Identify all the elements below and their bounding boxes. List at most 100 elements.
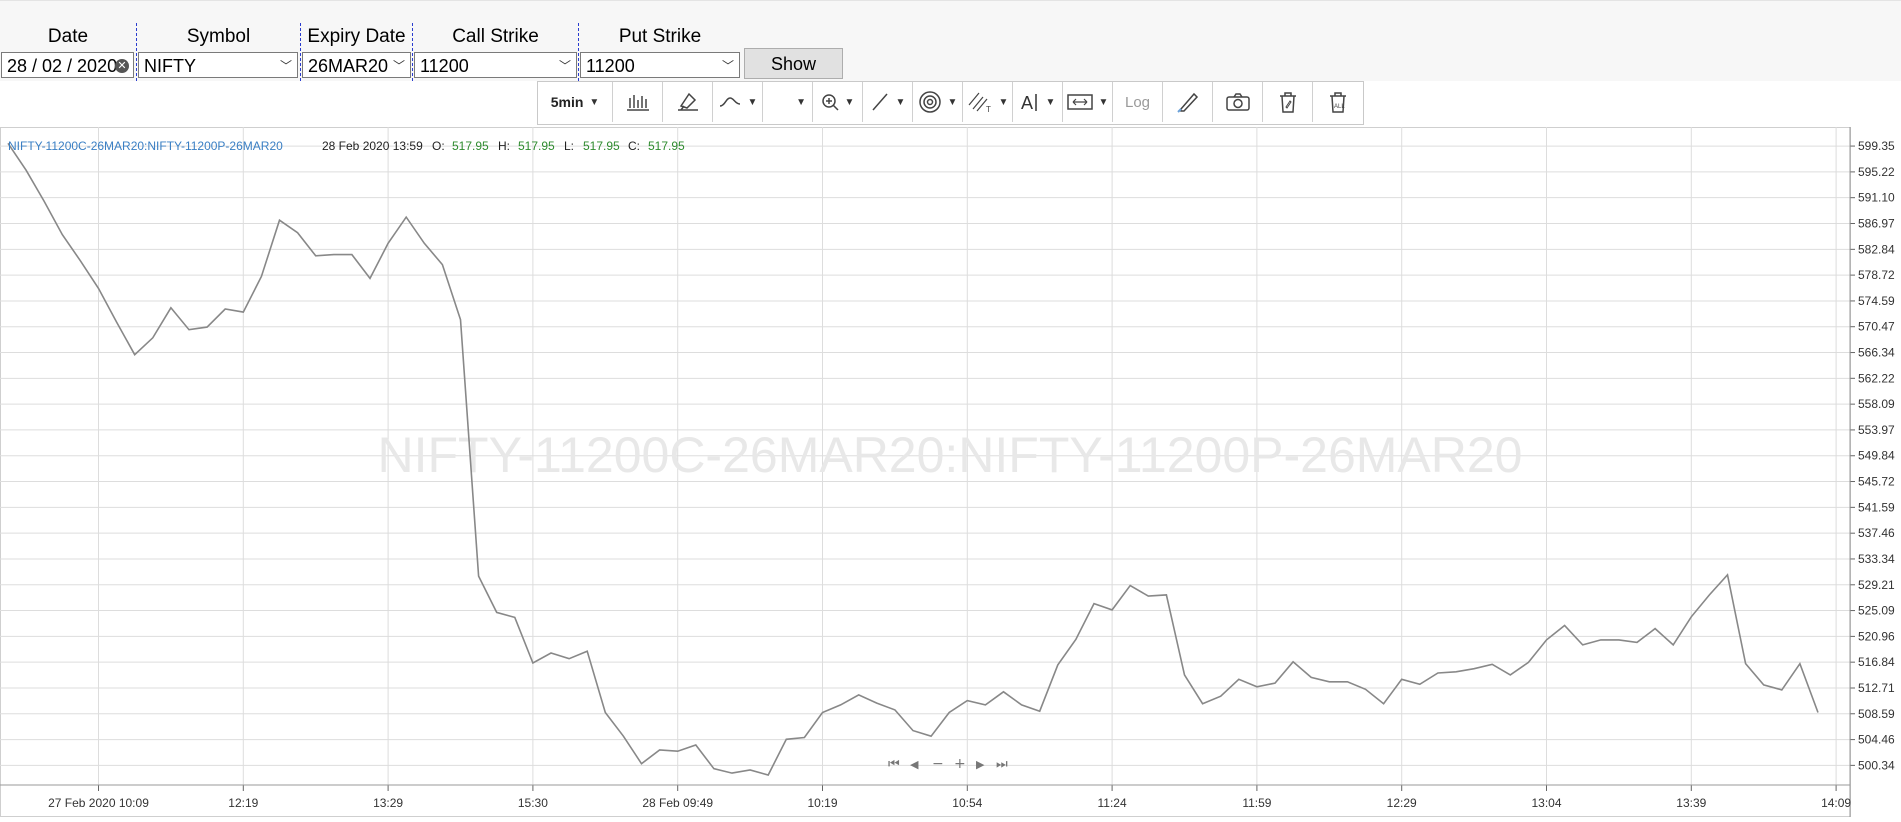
delete-drawing-button[interactable] — [1263, 82, 1313, 122]
data-point — [640, 762, 643, 765]
nav-zoom-in-icon[interactable]: + — [954, 756, 966, 772]
log-scale-button[interactable]: Log — [1113, 82, 1163, 122]
data-point — [1798, 662, 1801, 665]
y-tick-label: 525.09 — [1858, 604, 1895, 618]
data-point — [785, 738, 788, 741]
line-tool-dropdown[interactable]: ▼ — [863, 82, 913, 122]
measure-tool-dropdown[interactable]: ▼ — [1063, 82, 1113, 122]
data-point — [1074, 638, 1077, 641]
put-strike-select[interactable]: 11200 ﹀ — [580, 52, 740, 78]
data-point — [1509, 673, 1512, 676]
data-point — [115, 321, 118, 324]
chart-style-button[interactable] — [663, 82, 713, 122]
data-point — [387, 242, 390, 245]
chevron-down-icon: ▼ — [998, 96, 1009, 108]
legend-low-label: L: — [564, 139, 574, 153]
curve-icon — [719, 97, 740, 107]
interval-dropdown[interactable]: 5min ▼ — [538, 82, 613, 122]
nav-first-icon[interactable]: ⏮ — [888, 757, 900, 772]
call-strike-select[interactable]: 11200 ﹀ — [414, 52, 577, 78]
legend-symbol: NIFTY-11200C-26MAR20:NIFTY-11200P-26MAR2… — [8, 139, 283, 153]
fib-tool-dropdown[interactable]: ▼ — [913, 82, 963, 122]
data-point — [984, 703, 987, 706]
chevron-down-icon: ▼ — [947, 96, 958, 108]
date-label: Date — [47, 26, 89, 47]
chart-toolbar: 5min ▼ ▼ ▼ ▼ ▼ ▼ T ▼ A ▼ ▼ Log ALL — [537, 81, 1364, 125]
data-point — [676, 750, 679, 753]
symbol-select[interactable]: NIFTY ﹀ — [138, 52, 298, 78]
legend-close-label: C: — [628, 139, 640, 153]
y-tick-label: 578.72 — [1858, 268, 1895, 282]
data-point — [151, 336, 154, 339]
data-point — [821, 711, 824, 714]
expiry-label: Expiry Date — [307, 26, 406, 47]
indicator-dropdown[interactable]: ▼ — [713, 82, 763, 122]
data-point — [839, 703, 842, 706]
date-value: 28 / 02 / 2020 — [7, 56, 118, 76]
data-point — [1636, 641, 1639, 644]
svg-text:T: T — [986, 105, 991, 113]
data-point — [1744, 662, 1747, 665]
y-tick-label: 549.84 — [1858, 449, 1895, 463]
y-tick-label: 545.72 — [1858, 475, 1895, 489]
text-tool-dropdown[interactable]: A ▼ — [1013, 82, 1063, 122]
x-tick-label: 11:24 — [1098, 796, 1127, 810]
data-point — [278, 219, 281, 222]
data-point — [604, 711, 607, 714]
chevron-down-icon: ﹀ — [279, 59, 292, 73]
nav-zoom-out-icon[interactable]: − — [932, 756, 944, 772]
y-tick-label: 574.59 — [1858, 294, 1895, 308]
clear-icon[interactable]: ✕ — [115, 59, 129, 73]
data-point — [1255, 685, 1258, 688]
data-point — [1111, 608, 1114, 611]
chevron-down-icon: ▼ — [1098, 96, 1109, 108]
y-tick-label: 570.47 — [1858, 320, 1895, 334]
data-point — [1038, 710, 1041, 713]
delete-all-button[interactable]: ALL — [1313, 82, 1363, 122]
data-point — [224, 308, 227, 311]
zoom-in-icon — [821, 94, 839, 111]
data-point — [712, 767, 715, 770]
data-point — [1581, 643, 1584, 646]
data-point — [1762, 683, 1765, 686]
data-point — [1165, 593, 1168, 596]
legend-high-label: H: — [498, 139, 510, 153]
zoom-dropdown[interactable]: ▼ — [813, 82, 863, 122]
legend-open-label: O: — [432, 139, 445, 153]
measure-icon — [1066, 94, 1093, 110]
data-point — [1563, 624, 1566, 627]
screenshot-button[interactable] — [1213, 82, 1263, 122]
chevron-down-icon: ▼ — [1045, 96, 1056, 108]
nav-last-icon[interactable]: ⏭ — [996, 757, 1008, 772]
data-point — [1545, 638, 1548, 641]
chevron-down-icon: ▼ — [895, 96, 906, 108]
data-point — [1274, 682, 1277, 685]
channel-tool-dropdown[interactable]: T ▼ — [963, 82, 1013, 122]
x-tick-label: 13:39 — [1676, 796, 1706, 810]
x-tick-label: 28 Feb 09:49 — [642, 796, 713, 810]
camera-icon — [1225, 93, 1250, 111]
date-input[interactable]: 28 / 02 / 2020 ✕ — [1, 52, 134, 78]
expiry-select[interactable]: 26MAR20 ﹀ — [302, 52, 411, 78]
data-point — [930, 735, 933, 738]
chart-type-button[interactable] — [613, 82, 663, 122]
data-point — [405, 216, 408, 219]
data-point — [893, 708, 896, 711]
nav-next-icon[interactable]: ▶ — [976, 758, 985, 771]
price-chart[interactable]: NIFTY-11200C-26MAR20:NIFTY-11200P-26MAR2… — [0, 127, 1901, 817]
data-point — [477, 575, 480, 578]
nav-prev-icon[interactable]: ◀ — [910, 758, 919, 771]
show-chart-button[interactable]: Show Chart — [744, 48, 843, 103]
draw-button[interactable] — [1163, 82, 1213, 122]
y-tick-label: 512.71 — [1858, 681, 1895, 695]
y-tick-label: 553.97 — [1858, 423, 1895, 437]
interval-value: 5min — [550, 94, 584, 110]
compare-dropdown[interactable]: ▼ — [763, 82, 813, 122]
data-point — [1056, 663, 1059, 666]
nav-controls: ⏮ ◀ − + ▶ ⏭ — [888, 756, 1008, 772]
chart-panel: NIFTY-11200C-26MAR20:NIFTY-11200P-26MAR2… — [0, 127, 1901, 817]
data-point — [79, 259, 82, 262]
chevron-down-icon: ▼ — [796, 96, 806, 108]
chart-watermark: NIFTY-11200C-26MAR20:NIFTY-11200P-26MAR2… — [378, 427, 1523, 483]
chevron-down-icon: ﹀ — [558, 59, 571, 73]
